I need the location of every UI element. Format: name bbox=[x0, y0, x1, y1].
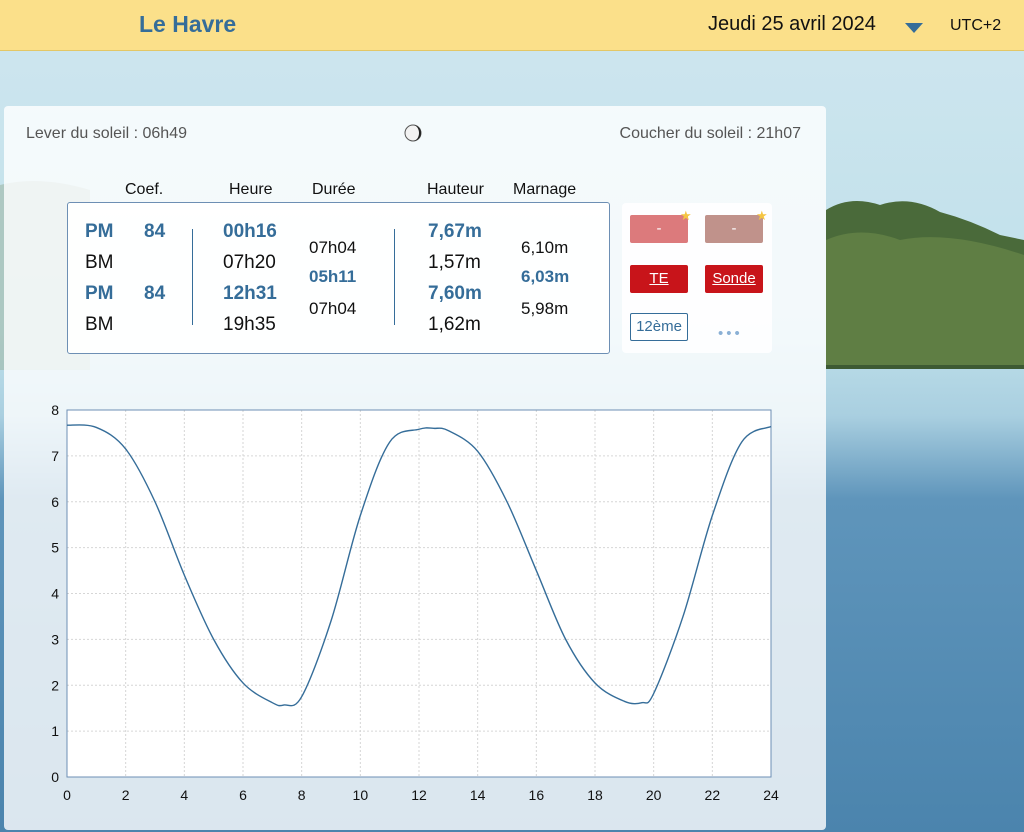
y-tick-label: 8 bbox=[51, 402, 59, 418]
x-tick-label: 10 bbox=[353, 787, 369, 803]
x-tick-label: 20 bbox=[646, 787, 662, 803]
y-tick-label: 2 bbox=[51, 677, 59, 693]
y-tick-label: 5 bbox=[51, 540, 59, 556]
x-tick-label: 14 bbox=[470, 787, 486, 803]
x-tick-label: 12 bbox=[411, 787, 427, 803]
x-tick-label: 2 bbox=[122, 787, 130, 803]
x-tick-label: 24 bbox=[763, 787, 779, 803]
y-tick-label: 6 bbox=[51, 494, 59, 510]
y-tick-label: 0 bbox=[51, 769, 59, 785]
x-tick-label: 22 bbox=[705, 787, 721, 803]
x-tick-label: 18 bbox=[587, 787, 603, 803]
y-tick-label: 1 bbox=[51, 723, 59, 739]
x-tick-label: 8 bbox=[298, 787, 306, 803]
x-tick-label: 0 bbox=[63, 787, 71, 803]
x-tick-label: 16 bbox=[529, 787, 545, 803]
x-tick-label: 6 bbox=[239, 787, 247, 803]
y-tick-label: 3 bbox=[51, 631, 59, 647]
tide-chart: 0 2 4 6 8 10 12 14 16 18 20 22 24012345678 bbox=[51, 402, 779, 803]
y-tick-label: 7 bbox=[51, 448, 59, 464]
x-tick-label: 4 bbox=[180, 787, 188, 803]
y-tick-label: 4 bbox=[51, 586, 59, 602]
